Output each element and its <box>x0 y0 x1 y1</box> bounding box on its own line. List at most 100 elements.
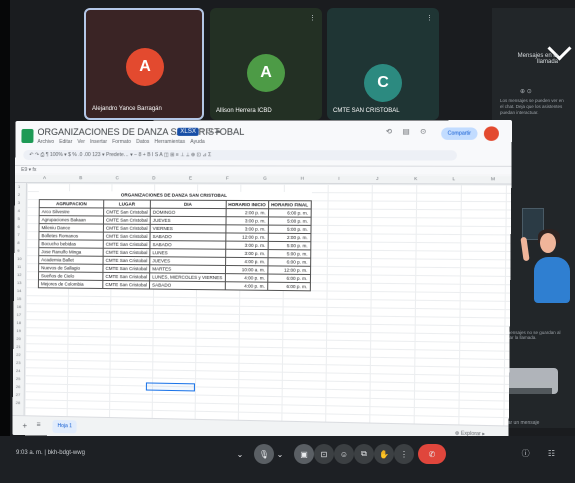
row-number[interactable]: 16 <box>17 304 21 309</box>
row-number[interactable]: 2 <box>18 192 20 197</box>
row-number[interactable]: 25 <box>16 376 20 381</box>
menu-item-datos[interactable]: Datos <box>136 139 149 145</box>
cell-lugar[interactable]: CMTE San Cristobal <box>104 207 151 215</box>
cell-agrupacion[interactable]: Mejores de Colombia <box>38 279 102 288</box>
row-number[interactable]: 8 <box>17 240 19 245</box>
cell-horario-inicio[interactable]: 3:00 p. m. <box>225 224 268 232</box>
column-letter[interactable]: L <box>452 176 455 181</box>
participant-tile-3[interactable]: ⋮ C CMTE SAN CRISTOBAL <box>327 8 439 120</box>
column-letter[interactable]: F <box>226 176 229 181</box>
all-sheets-icon[interactable]: ≡ <box>36 421 40 428</box>
panel-toggle-icons[interactable]: ⊕ ⊙ <box>520 88 536 95</box>
column-letter[interactable]: A <box>43 175 46 180</box>
row-number[interactable]: 20 <box>16 336 20 341</box>
column-letter[interactable]: I <box>338 176 339 181</box>
menu-item-ayuda[interactable]: Ayuda <box>190 139 205 145</box>
column-letter[interactable]: C <box>116 175 119 180</box>
menu-item-editar[interactable]: Editar <box>59 139 72 145</box>
row-number[interactable]: 24 <box>16 368 20 373</box>
sheet-grid[interactable]: ABCDEFGHIJKLM 1 2 3 4 5 6 7 8 9 10 11 12 13 14 15 16 17 1… <box>13 175 512 425</box>
row-number[interactable]: 11 <box>17 264 21 269</box>
formatting-toolbar[interactable]: ↶ ↷ ⎙ ¶ 100% ▾ $ % .0 .00 123 ▾ Predete…… <box>23 150 457 161</box>
row-number[interactable]: 14 <box>17 288 21 293</box>
profile-avatar[interactable] <box>484 126 499 141</box>
row-number[interactable]: 10 <box>17 256 21 261</box>
column-letter[interactable]: K <box>414 176 417 181</box>
header-lugar[interactable]: LUGAR <box>104 199 151 207</box>
cell-dia[interactable]: SABADO <box>149 280 224 289</box>
illustration-head <box>540 233 556 253</box>
chevron-up-icon[interactable]: ⌄ <box>274 444 286 464</box>
sheets-app-icon[interactable] <box>21 129 33 143</box>
row-number[interactable]: 27 <box>16 392 20 397</box>
participant-avatar: A <box>126 48 164 86</box>
present-screen-button[interactable]: ⧉ <box>354 444 374 464</box>
row-number[interactable]: 28 <box>16 400 20 405</box>
cell-horario-final[interactable]: 6:00 p. m. <box>267 282 309 291</box>
share-button[interactable]: Compartir <box>441 127 477 139</box>
meeting-info-icons[interactable]: ⓘ ☷ <box>522 448 563 459</box>
row-number[interactable]: 15 <box>17 296 21 301</box>
row-number[interactable]: 7 <box>17 232 19 237</box>
cell-horario-inicio[interactable]: 2:00 p. m. <box>226 208 269 216</box>
column-letter[interactable]: B <box>79 175 82 180</box>
raise-hand-button[interactable]: ✋ <box>374 444 394 464</box>
participant-tile-1[interactable]: A Alejandro Yance Barragán <box>84 8 204 120</box>
formula-bar[interactable]: E9 ▾ fx <box>15 165 511 175</box>
header-horario-inicio[interactable]: HORARIO INICIO <box>226 200 269 208</box>
row-number[interactable]: 3 <box>18 200 20 205</box>
row-number[interactable]: 22 <box>16 352 20 357</box>
row-number[interactable]: 19 <box>16 328 20 333</box>
cell-horario-final[interactable]: 5:00 p. m. <box>268 216 310 224</box>
header-horario-final[interactable]: HORARIO FINAL <box>268 200 310 208</box>
doc-actions-icons[interactable]: ☆ ⊡ ☁ <box>198 127 222 135</box>
column-letter[interactable]: D <box>152 175 155 180</box>
menu-item-archivo[interactable]: Archivo <box>37 139 54 145</box>
menu-item-herramientas[interactable]: Herramientas <box>154 139 185 145</box>
sheet-tab[interactable]: Hoja 1 <box>52 420 77 434</box>
end-call-button[interactable]: ✆ <box>418 444 446 464</box>
row-number[interactable]: 18 <box>17 320 21 325</box>
menu-item-insertar[interactable]: Insertar <box>90 139 107 145</box>
shared-screen[interactable]: ORGANIZACIONES DE DANZA SAN CRISTOBAL XL… <box>12 120 512 446</box>
chat-illustration <box>518 205 570 313</box>
microphone-button[interactable]: 🎙 <box>254 444 274 464</box>
emoji-button[interactable]: ☺ <box>334 444 354 464</box>
row-number[interactable]: 5 <box>18 216 20 221</box>
row-number[interactable]: 12 <box>17 272 21 277</box>
menu-item-formato[interactable]: Formato <box>112 139 131 145</box>
add-sheet-icon[interactable]: + <box>22 421 27 430</box>
cell-horario-final[interactable]: 2:00 p. m. <box>268 233 310 241</box>
row-number[interactable]: 23 <box>16 360 20 365</box>
row-number[interactable]: 26 <box>16 384 20 389</box>
column-letter[interactable]: E <box>189 175 192 180</box>
history-comment-icons[interactable]: ⟲ ▤ ⊙ <box>386 128 431 136</box>
more-options-button[interactable]: ⋮ <box>394 444 414 464</box>
cell-lugar[interactable]: CMTE San Cristobal <box>103 215 150 223</box>
meeting-time-code: 9:03 a. m. | bkh-bdgt-wwg <box>16 450 85 456</box>
cell-horario-final[interactable]: 5:00 p. m. <box>268 225 310 233</box>
row-number[interactable]: 1 <box>18 184 20 189</box>
column-letter[interactable]: G <box>263 176 267 181</box>
cell-horario-inicio[interactable]: 3:00 p. m. <box>226 216 269 224</box>
more-options-icon[interactable]: ⋮ <box>426 14 433 22</box>
row-number[interactable]: 9 <box>17 248 19 253</box>
selected-cell[interactable] <box>146 382 195 391</box>
cell-horario-inicio[interactable]: 4:00 p. m. <box>225 281 268 290</box>
row-number[interactable]: 17 <box>17 312 21 317</box>
cell-horario-final[interactable]: 6:00 p. m. <box>268 208 310 216</box>
row-number[interactable]: 6 <box>18 224 20 229</box>
column-letter[interactable]: M <box>491 176 495 181</box>
row-number[interactable]: 21 <box>16 344 20 349</box>
row-number[interactable]: 13 <box>17 280 21 285</box>
chevron-up-icon[interactable]: ⌄ <box>234 444 246 464</box>
row-number[interactable]: 4 <box>18 208 20 213</box>
cell-lugar[interactable]: CMTE San Cristobal <box>103 280 150 289</box>
more-options-icon[interactable]: ⋮ <box>309 14 316 22</box>
camera-button[interactable]: ▣ <box>294 444 314 464</box>
participant-tile-2[interactable]: ⋮ A Allison Herrera ICBD <box>210 8 322 120</box>
menu-item-ver[interactable]: Ver <box>77 139 85 145</box>
column-letter[interactable]: J <box>376 176 378 181</box>
column-letter[interactable]: H <box>301 176 304 181</box>
captions-button[interactable]: ⊡ <box>314 444 334 464</box>
